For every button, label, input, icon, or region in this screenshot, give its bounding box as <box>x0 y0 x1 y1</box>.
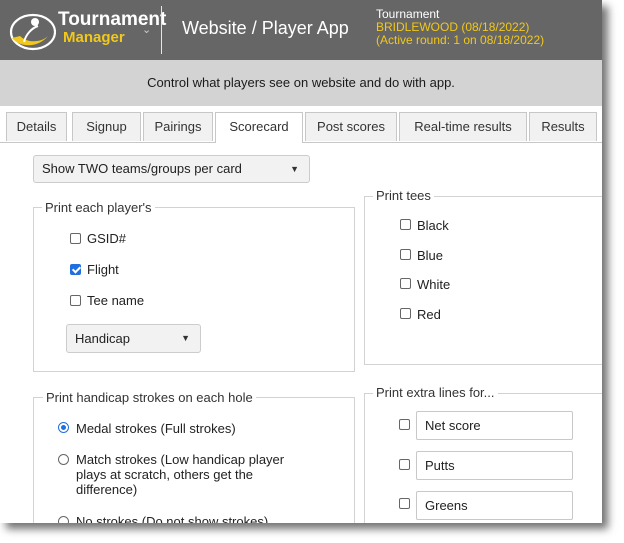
app-header: Tournament Manager ⌄ Website / Player Ap… <box>0 0 602 60</box>
tab-real-time-results[interactable]: Real-time results <box>399 112 527 141</box>
tab-scorecard[interactable]: Scorecard <box>215 112 303 143</box>
header-divider <box>161 6 162 54</box>
dropdown-arrow-icon: ▼ <box>181 333 190 343</box>
chevron-down-icon[interactable]: ⌄ <box>142 23 151 36</box>
app-window: Tournament Manager ⌄ Website / Player Ap… <box>0 0 602 523</box>
match-strokes-label: Match strokes (Low handicap player plays… <box>76 452 285 497</box>
tab-details[interactable]: Details <box>6 112 67 141</box>
gsid-checkbox[interactable] <box>70 233 81 244</box>
putts-checkbox[interactable] <box>399 459 410 470</box>
tee-black-checkbox[interactable] <box>400 219 411 230</box>
tab-post-scores[interactable]: Post scores <box>305 112 397 141</box>
no-strokes-radio[interactable] <box>58 516 69 523</box>
handicap-strokes-legend: Print handicap strokes on each hole <box>43 390 256 405</box>
putts-input[interactable]: Putts <box>416 451 573 480</box>
tee-blue-checkbox[interactable] <box>400 249 411 260</box>
flight-checkbox[interactable] <box>70 264 81 275</box>
medal-strokes-label: Medal strokes (Full strokes) <box>76 421 236 436</box>
tee-name-checkbox[interactable] <box>70 295 81 306</box>
tee-red-checkbox[interactable] <box>400 308 411 319</box>
net-score-input[interactable]: Net score <box>416 411 573 440</box>
handicap-select-value: Handicap <box>75 331 130 346</box>
tee-blue-label: Blue <box>417 248 444 263</box>
tab-signup[interactable]: Signup <box>72 112 141 141</box>
net-score-checkbox[interactable] <box>399 419 410 430</box>
dropdown-arrow-icon: ▼ <box>290 164 299 174</box>
extra-lines-legend: Print extra lines for... <box>373 385 498 400</box>
tab-pairings[interactable]: Pairings <box>143 112 213 141</box>
gsid-label: GSID# <box>87 231 127 246</box>
tee-white-checkbox[interactable] <box>400 278 411 289</box>
card-layout-select[interactable]: Show TWO teams/groups per card ▼ <box>33 155 310 183</box>
greens-checkbox[interactable] <box>399 498 410 509</box>
no-strokes-label: No strokes (Do not show strokes) <box>76 514 269 523</box>
tee-name-label: Tee name <box>87 293 145 308</box>
tab-results[interactable]: Results <box>529 112 597 141</box>
print-tees-legend: Print tees <box>373 188 434 203</box>
handicap-select[interactable]: Handicap ▼ <box>66 324 201 353</box>
match-strokes-radio[interactable] <box>58 454 69 465</box>
flight-label: Flight <box>87 262 119 277</box>
medal-strokes-radio[interactable] <box>58 422 69 433</box>
greens-input[interactable]: Greens <box>416 491 573 520</box>
page-title: Website / Player App <box>182 18 349 38</box>
tee-red-label: Red <box>417 307 441 322</box>
tab-bar: Details Signup Pairings Scorecard Post s… <box>0 112 602 143</box>
tournament-info: Tournament BRIDLEWOOD (08/18/2022) (Acti… <box>376 8 544 47</box>
info-banner: Control what players see on website and … <box>0 60 602 106</box>
active-round: (Active round: 1 on 08/18/2022) <box>376 33 545 47</box>
print-player-legend: Print each player's <box>42 200 155 215</box>
card-layout-select-value: Show TWO teams/groups per card <box>42 161 242 176</box>
tee-white-label: White <box>417 277 451 292</box>
tee-black-label: Black <box>417 218 449 233</box>
logo-swirl-icon <box>9 13 56 51</box>
logo-text-manager: Manager <box>63 29 125 46</box>
